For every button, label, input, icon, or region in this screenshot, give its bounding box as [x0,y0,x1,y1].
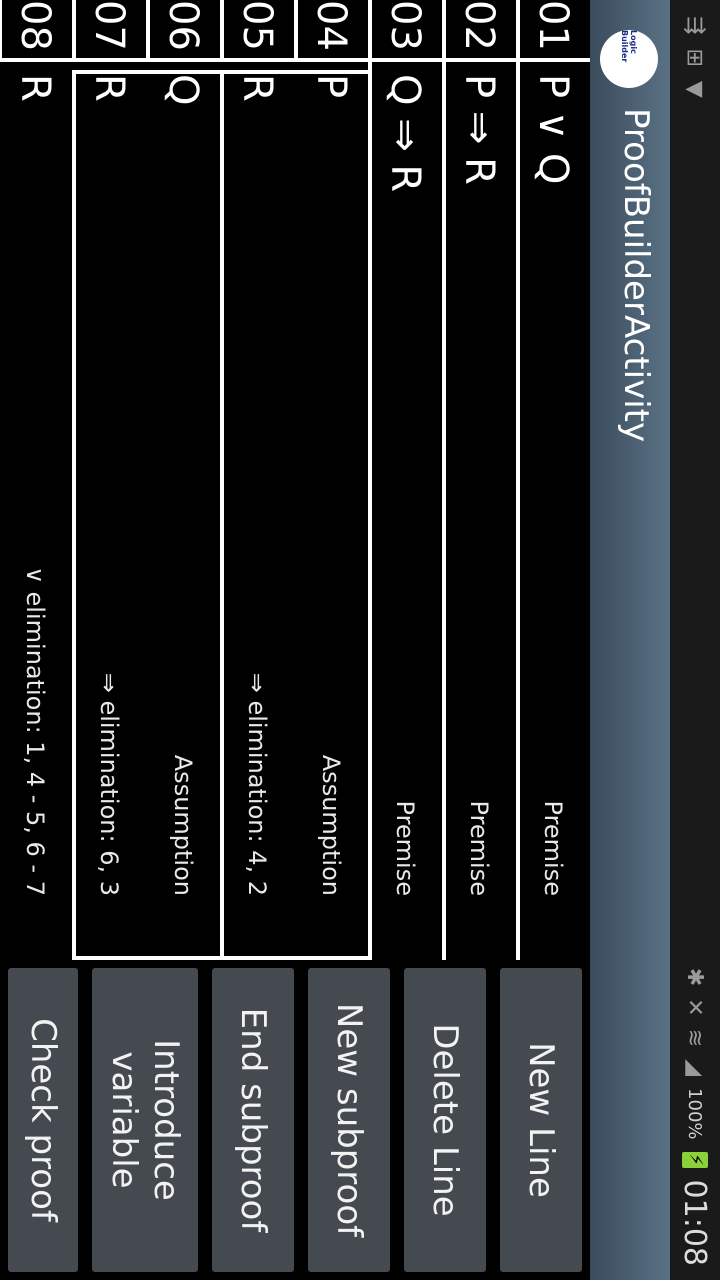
line-justification: Premise [465,800,493,896]
line-separator [72,58,146,62]
end-subproof-button[interactable]: End subproof [212,968,294,1272]
line-separator [368,58,442,62]
line-justification: Premise [539,800,567,896]
line-separator [220,58,294,62]
line-underline [442,60,446,960]
status-bar: ⇶ ⊞ ▼ ✱ ✕ ≋ ◢ 100% ⚡ 01:08 [670,0,720,1280]
line-separator [0,58,72,62]
line-separator [516,58,590,62]
line-number: 05 [234,0,280,51]
line-number: 01 [530,0,576,51]
number-underline [0,0,2,60]
proof-line-03[interactable]: 03 Q ⇒ R Premise [368,0,442,960]
line-number: 04 [308,0,354,51]
line-formula[interactable]: Q ⇒ R [368,74,442,192]
number-underline [368,0,372,60]
subproof-box-2 [72,70,224,960]
line-formula[interactable]: P ⇒ R [442,74,516,185]
action-panel: New Line Delete Line New subproof End su… [0,968,582,1272]
number-underline [146,0,150,60]
subproof-box-1 [220,70,372,960]
introduce-variable-button[interactable]: Introduce variable [92,968,198,1272]
app-logo-icon[interactable]: Logic Builder [600,30,658,88]
battery-percent: 100% [684,1088,706,1140]
proof-line-01[interactable]: 01 P ∨ Q Premise [516,0,590,960]
wifi-icon: ≋ [682,1028,708,1048]
line-number: 03 [382,0,428,51]
status-right-icons: ✱ ✕ ≋ ◢ 100% ⚡ 01:08 [670,968,720,1266]
line-underline [516,60,520,960]
line-separator [146,58,220,62]
line-formula[interactable]: R [0,74,72,102]
usb-icon: ⇶ [682,16,708,35]
battery-charging-icon: ⚡ [682,1151,708,1168]
number-underline [516,0,520,60]
new-subproof-button[interactable]: New subproof [308,968,390,1272]
line-separator [294,58,368,62]
number-underline [220,0,224,60]
landscape-stage: ⇶ ⊞ ▼ ✱ ✕ ≋ ◢ 100% ⚡ 01:08 Logic Builder… [0,0,720,1280]
number-underline [442,0,446,60]
new-line-button[interactable]: New Line [500,968,582,1272]
title-bar: Logic Builder ProofBuilderActivity [590,0,670,1280]
number-underline [294,0,298,60]
screenshot-icon: ⊞ [682,48,708,67]
line-number: 06 [160,0,206,51]
status-left-icons: ⇶ ⊞ ▼ [676,16,714,98]
number-underline [72,0,76,60]
line-formula[interactable]: P ∨ Q [516,74,590,184]
clock: 01:08 [677,1179,713,1266]
proof-area: 01 P ∨ Q Premise 02 P ⇒ R Premise 03 Q ⇒… [0,0,590,960]
line-number: 07 [86,0,132,51]
line-number: 02 [456,0,502,51]
proof-line-02[interactable]: 02 P ⇒ R Premise [442,0,516,960]
mute-icon: ✕ [682,998,708,1017]
line-justification: ∨ elimination: 1, 4 - 5, 6 - 7 [21,566,49,896]
delete-line-button[interactable]: Delete Line [404,968,486,1272]
line-justification: Premise [391,800,419,896]
download-icon: ▼ [682,80,708,98]
line-number: 08 [12,0,58,51]
line-separator [442,58,516,62]
signal-icon: ◢ [682,1059,708,1077]
app-title: ProofBuilderActivity [616,108,656,443]
proof-line-08[interactable]: 08 R ∨ elimination: 1, 4 - 5, 6 - 7 [0,0,72,960]
bluetooth-icon: ✱ [682,967,708,987]
check-proof-button[interactable]: Check proof [8,968,78,1272]
